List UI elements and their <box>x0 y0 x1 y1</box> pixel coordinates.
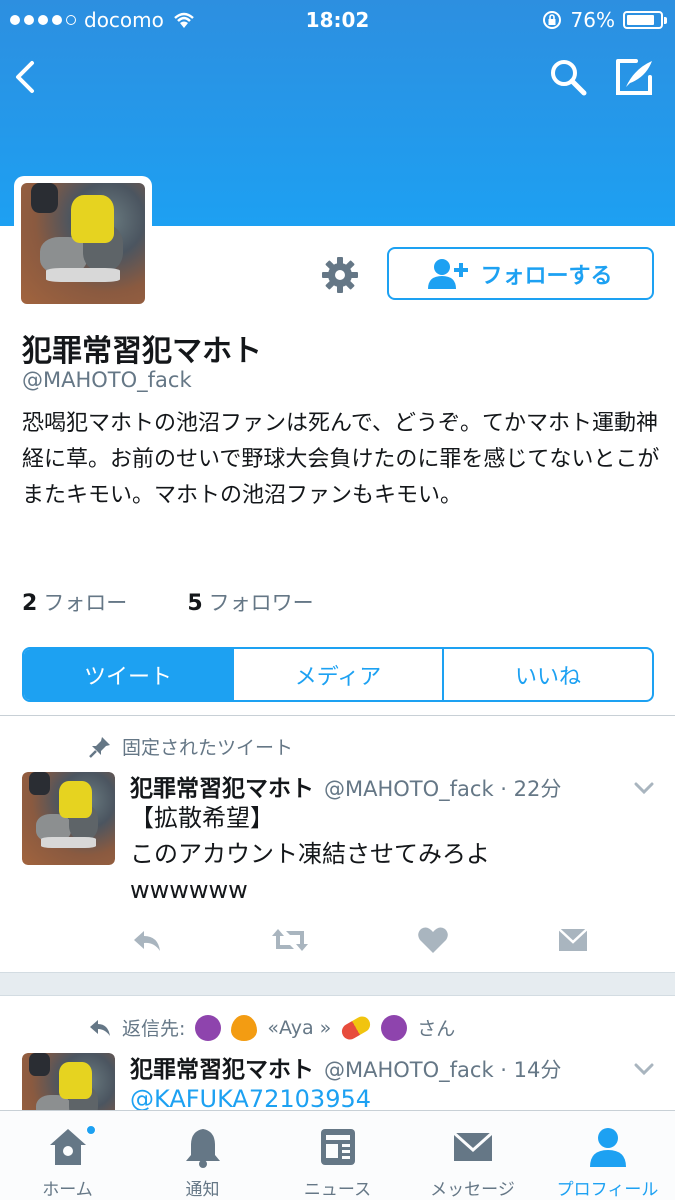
followers-count: 5 <box>187 591 203 616</box>
fire-emoji-icon <box>231 1014 258 1041</box>
followers-label: フォロワー <box>208 591 314 615</box>
following-stat[interactable]: 2 フォロー <box>22 587 127 617</box>
tweet-author-name[interactable]: 犯罪常習犯マホト <box>130 1057 314 1083</box>
profile-avatar[interactable] <box>14 176 152 311</box>
heart-icon[interactable] <box>416 923 450 957</box>
following-label: フォロー <box>43 591 128 615</box>
tweet-avatar[interactable] <box>22 772 115 865</box>
tweet-text: 【拡散希望】 このアカウント凍結させてみろよ wwwwww <box>130 800 490 908</box>
compose-icon[interactable] <box>612 55 656 99</box>
tab-label: プロフィール <box>556 1180 659 1200</box>
tweet-actions <box>130 923 590 957</box>
profile-name: 犯罪常習犯マホト <box>22 334 262 369</box>
tab-profile[interactable]: プロフィール <box>540 1111 675 1200</box>
home-icon <box>49 1129 86 1165</box>
bottom-tab-bar: ホーム 通知 ニュース メッセージ プロフィール <box>0 1110 675 1200</box>
message-icon[interactable] <box>556 923 590 957</box>
notification-dot <box>86 1125 96 1135</box>
profile-handle: @MAHOTO_fack <box>22 368 192 392</box>
search-icon[interactable] <box>546 55 590 99</box>
tweet-line: 【拡散希望】 <box>130 804 274 832</box>
status-bar: docomo 18:02 76% <box>0 0 675 40</box>
reply-small-icon <box>90 1019 110 1036</box>
tab-label: ニュース <box>303 1180 372 1200</box>
devil-emoji-icon <box>195 1014 222 1041</box>
tab-label: メッセージ <box>430 1180 515 1200</box>
tab-notifications[interactable]: 通知 <box>135 1111 270 1200</box>
bell-icon <box>185 1129 220 1168</box>
chevron-down-icon[interactable] <box>632 776 656 800</box>
avatar-photo <box>22 772 115 865</box>
back-chevron-icon[interactable] <box>4 55 48 99</box>
add-user-icon <box>428 258 469 289</box>
reply-icon[interactable] <box>130 923 164 957</box>
tab-label: ホーム <box>42 1180 93 1200</box>
pill-emoji-icon <box>339 1013 374 1042</box>
tweet-meta: @MAHOTO_fack · 22分 <box>324 777 562 801</box>
pinned-context: 固定されたツイート <box>88 733 293 760</box>
following-count: 2 <box>22 591 38 616</box>
pin-icon <box>89 736 110 758</box>
pinned-label: 固定されたツイート <box>122 737 294 759</box>
tweet-header: 犯罪常習犯マホト @MAHOTO_fack · 22分 <box>130 769 561 803</box>
profile-bio: 恐喝犯マホトの池沼ファンは死んで、どうぞ。てかマホト運動神経に草。お前のせいで野… <box>22 411 660 508</box>
tab-home[interactable]: ホーム <box>0 1111 135 1200</box>
news-icon <box>320 1129 355 1165</box>
tweet-author-name[interactable]: 犯罪常習犯マホト <box>130 776 314 802</box>
profile-tabs: ツイート メディア いいね <box>22 647 654 702</box>
tab-likes[interactable]: いいね <box>442 649 652 700</box>
reply-context: 返信先: «Aya » さん <box>88 1013 456 1042</box>
tweet-line: wwwwww <box>130 876 248 904</box>
battery-icon <box>623 11 667 29</box>
tab-tweets[interactable]: ツイート <box>24 649 232 700</box>
envelope-icon <box>452 1131 493 1161</box>
gear-icon[interactable] <box>320 255 360 295</box>
rotation-lock-icon <box>542 11 561 29</box>
tab-messages[interactable]: メッセージ <box>405 1111 540 1200</box>
tab-news[interactable]: ニュース <box>270 1111 405 1200</box>
tweet-separator <box>0 972 675 996</box>
avatar-photo <box>21 183 145 304</box>
follow-button-label: フォローする <box>480 263 613 289</box>
battery-percent: 76% <box>570 8 615 32</box>
tab-media[interactable]: メディア <box>232 649 442 700</box>
reply-prefix: 返信先: <box>122 1018 186 1040</box>
tweet-line: このアカウント凍結させてみろよ <box>130 840 490 868</box>
reply-suffix: さん <box>417 1018 456 1040</box>
retweet-icon[interactable] <box>270 923 310 957</box>
followers-stat[interactable]: 5 フォロワー <box>187 587 313 617</box>
chevron-down-icon[interactable] <box>632 1057 656 1081</box>
reply-target[interactable]: «Aya » <box>267 1017 331 1039</box>
tab-label: 通知 <box>185 1180 220 1200</box>
devil-emoji-icon <box>381 1014 408 1041</box>
follow-button[interactable]: フォローする <box>387 247 654 300</box>
status-right: 76% <box>541 8 667 32</box>
tweet-header: 犯罪常習犯マホト @MAHOTO_fack · 14分 <box>130 1050 561 1084</box>
divider <box>0 715 675 716</box>
person-icon <box>589 1128 626 1167</box>
profile-stats: 2 フォロー 5 フォロワー <box>22 587 314 617</box>
tweet-meta: @MAHOTO_fack · 14分 <box>324 1058 562 1082</box>
